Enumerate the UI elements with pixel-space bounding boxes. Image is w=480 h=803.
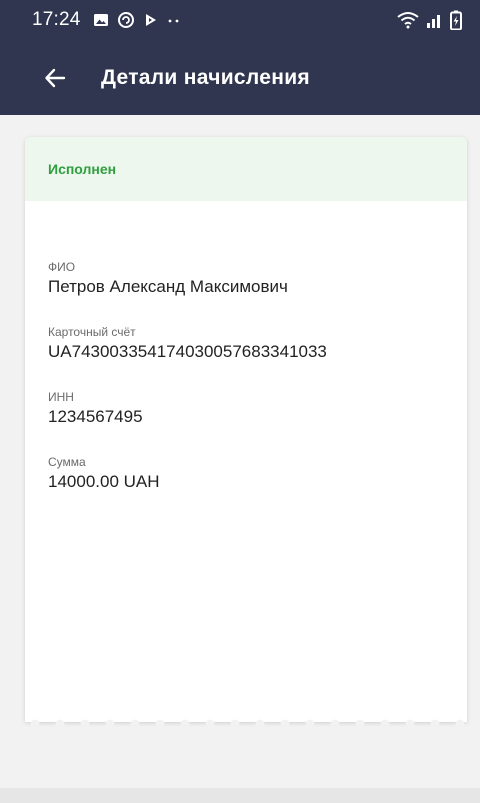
signal-icon bbox=[427, 15, 440, 28]
content-area: Исполнен ФИО Петров Александ Максимович … bbox=[0, 115, 480, 788]
back-button[interactable] bbox=[40, 63, 70, 93]
page-title: Детали начисления bbox=[101, 65, 310, 89]
field-label: Сумма bbox=[48, 455, 86, 469]
status-badge: Исполнен bbox=[25, 137, 467, 201]
more-dots-icon bbox=[168, 19, 178, 23]
wifi-icon bbox=[397, 12, 419, 29]
field-amount: Сумма 14000.00 UAH bbox=[48, 455, 160, 492]
status-icons-left bbox=[93, 11, 181, 29]
field-label: ИНН bbox=[48, 390, 74, 404]
field-fio: ФИО Петров Александ Максимович bbox=[48, 260, 288, 297]
card-scalloped-edge bbox=[30, 719, 465, 728]
bottom-bar bbox=[0, 788, 480, 803]
image-icon bbox=[93, 14, 108, 26]
refresh-icon bbox=[117, 12, 134, 28]
status-time: 17:24 bbox=[32, 9, 81, 30]
field-value: 14000.00 UAH bbox=[48, 472, 160, 491]
app-bar: Детали начисления bbox=[0, 40, 480, 115]
field-label: ФИО bbox=[48, 260, 76, 274]
field-label: Карточный счёт bbox=[48, 325, 136, 339]
play-icon bbox=[145, 14, 156, 26]
receipt-card: Исполнен ФИО Петров Александ Максимович … bbox=[25, 137, 467, 728]
field-inn: ИНН 1234567495 bbox=[48, 390, 143, 427]
status-icons-right bbox=[396, 10, 462, 30]
field-value: Петров Александ Максимович bbox=[48, 277, 288, 296]
status-bar: 17:24 bbox=[0, 0, 480, 40]
battery-icon bbox=[450, 10, 462, 30]
field-card-account: Карточный счёт UA74300335417403005768334… bbox=[48, 325, 327, 362]
field-value: 1234567495 bbox=[48, 407, 143, 426]
field-value: UA743003354174030057683341033 bbox=[48, 342, 327, 361]
arrow-left-icon bbox=[45, 68, 66, 87]
